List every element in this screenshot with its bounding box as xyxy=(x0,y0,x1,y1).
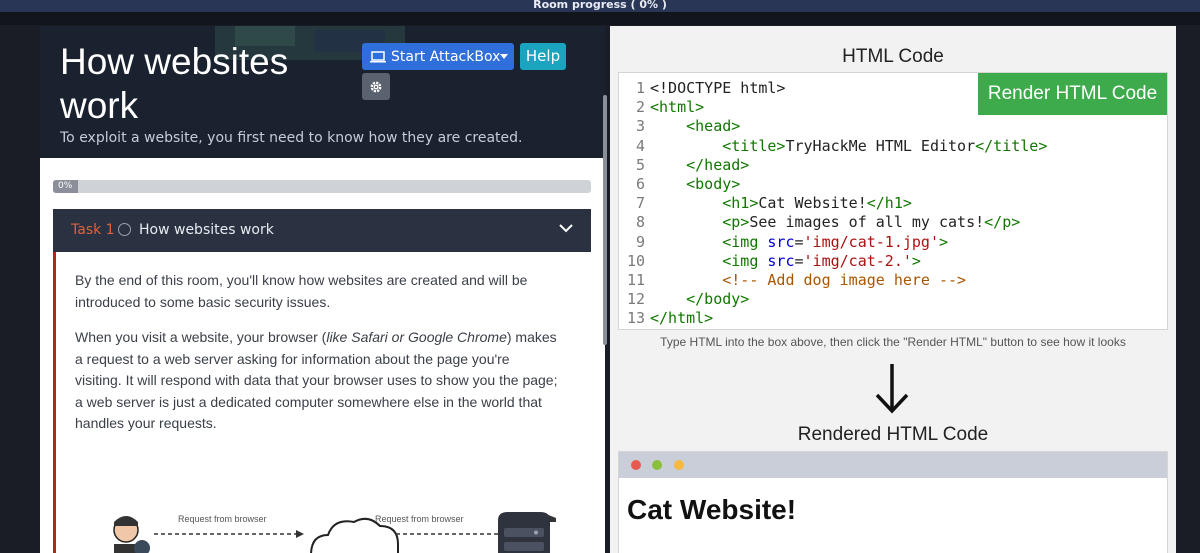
task-panel: How websites work To exploit a website, … xyxy=(40,26,605,553)
task-paragraph-2: When you visit a website, your browser (… xyxy=(75,327,560,435)
render-html-button[interactable]: Render HTML Code xyxy=(978,73,1167,115)
line-number: 9 xyxy=(635,232,645,251)
line-number: 6 xyxy=(635,174,645,193)
html-editor-panel: HTML Code 1 2 3 4 5 6 7 8 9 10 11 12 13 <!DOCTYPE ht… xyxy=(610,26,1176,553)
gear-icon xyxy=(370,81,382,92)
left-scrollbar[interactable] xyxy=(603,95,607,345)
task-content: By the end of this room, you'll know how… xyxy=(53,252,591,553)
start-attackbox-button[interactable]: Start AttackBox xyxy=(362,43,514,70)
request-diagram: Request from browser Request from browse… xyxy=(96,510,566,553)
task-progress-label: 0% xyxy=(53,180,78,193)
code-line: <h1>Cat Website!</h1> xyxy=(722,194,912,213)
code-line: <title>TryHackMe HTML Editor</title> xyxy=(722,136,1048,155)
code-line: </body> xyxy=(686,290,750,309)
editor-title: HTML Code xyxy=(842,46,944,67)
close-dot-icon xyxy=(631,460,641,470)
code-line: <head> xyxy=(686,117,741,136)
code-line: </html> xyxy=(650,309,714,328)
server-icon xyxy=(498,512,550,553)
html-code-editor[interactable]: 1 2 3 4 5 6 7 8 9 10 11 12 13 <!DOCTYPE html> <html>… xyxy=(618,72,1168,330)
room-title: How websites work xyxy=(60,41,289,126)
diagram-graphic xyxy=(113,514,566,553)
room-progress-title: Room progress ( 0% ) xyxy=(533,0,667,11)
rendered-title: Rendered HTML Code xyxy=(797,424,989,445)
rendered-preview: Cat Website! xyxy=(618,451,1168,553)
line-number: 4 xyxy=(635,136,645,155)
maximize-dot-icon xyxy=(674,460,684,470)
settings-button[interactable] xyxy=(362,73,390,100)
code-line: </head> xyxy=(686,155,750,174)
start-attackbox-label: Start AttackBox xyxy=(391,48,501,65)
code-line: <img src='img/cat-1.jpg'> xyxy=(722,232,949,251)
top-band xyxy=(0,12,1200,25)
line-number: 10 xyxy=(626,251,645,270)
browser-toolbar xyxy=(619,452,1167,478)
room-subtitle: To exploit a website, you first need to … xyxy=(60,130,523,146)
code-line: <body> xyxy=(686,174,741,193)
rendered-heading: Cat Website! xyxy=(627,494,797,525)
laptop-icon xyxy=(370,50,386,62)
chevron-down-icon[interactable] xyxy=(559,223,573,233)
task-number: Task 1 xyxy=(71,222,115,238)
editor-hint: Type HTML into the box above, then click… xyxy=(660,335,1126,349)
arrow-down-icon xyxy=(875,364,909,414)
line-number: 2 xyxy=(635,98,645,117)
chevron-down-icon[interactable] xyxy=(500,54,508,59)
line-number: 13 xyxy=(626,309,645,328)
line-numbers: 1 2 3 4 5 6 7 8 9 10 11 12 13 xyxy=(619,79,645,328)
paragraph-emphasis: like Safari or Google Chrome xyxy=(326,329,507,345)
help-button[interactable]: Help xyxy=(520,43,566,70)
task-status-icon xyxy=(118,223,131,236)
line-number: 11 xyxy=(626,270,645,289)
room-progress-bar: Room progress ( 0% ) xyxy=(0,0,1200,12)
line-number: 1 xyxy=(635,79,645,97)
minimize-dot-icon xyxy=(652,460,662,470)
code-line: <!-- Add dog image here --> xyxy=(722,270,967,289)
task-paragraph-1: By the end of this room, you'll know how… xyxy=(75,272,528,310)
task-header[interactable]: Task 1 How websites work xyxy=(53,209,591,252)
line-number: 7 xyxy=(635,194,645,213)
line-number: 3 xyxy=(635,117,645,136)
code-content[interactable]: <!DOCTYPE html> <html> <head> <title>Try… xyxy=(650,79,1047,328)
paragraph-text: When you visit a website, your browser ( xyxy=(75,329,327,345)
room-hero: How websites work To exploit a website, … xyxy=(40,26,605,158)
line-number: 12 xyxy=(626,290,645,309)
task-name: How websites work xyxy=(139,222,274,238)
line-number: 8 xyxy=(635,213,645,232)
code-line: <img src='img/cat-2.'> xyxy=(722,251,921,270)
line-number: 5 xyxy=(635,155,645,174)
task-progress-bar: 0% xyxy=(53,180,591,193)
diagram-label: Request from browser xyxy=(178,514,267,524)
code-line: <p>See images of all my cats!</p> xyxy=(722,213,1021,232)
diagram-label: Request from browser xyxy=(375,514,464,524)
